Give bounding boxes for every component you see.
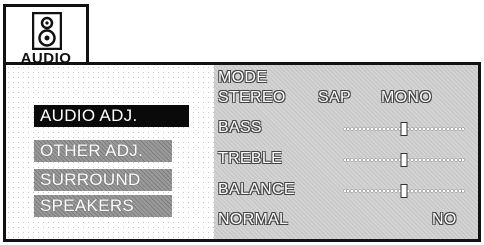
balance-slider[interactable] — [344, 184, 464, 198]
speaker-icon — [32, 12, 62, 50]
treble-label: TREBLE — [218, 150, 283, 167]
bass-slider[interactable] — [344, 122, 464, 136]
menu-item-surround[interactable]: SURROUND — [34, 169, 172, 191]
menu-item-speakers[interactable]: SPEAKERS — [34, 195, 172, 217]
bass-label: BASS — [218, 119, 262, 136]
menu-item-audio-adj[interactable]: AUDIO ADJ. — [34, 105, 189, 127]
audio-menu-panel: AUDIO ADJ. OTHER ADJ. SURROUND SPEAKERS … — [3, 62, 481, 242]
normal-label: NORMAL — [218, 211, 289, 228]
audio-tab[interactable]: AUDIO — [3, 4, 89, 67]
menu-item-other-adj[interactable]: OTHER ADJ. — [34, 140, 172, 162]
mode-option-sap[interactable]: SAP — [318, 89, 351, 107]
bass-slider-knob[interactable] — [400, 122, 408, 136]
mode-option-stereo[interactable]: STEREO — [218, 89, 286, 107]
settings-pane: MODE STEREO SAP MONO BASS TREBLE BALANCE… — [214, 65, 478, 239]
mode-label: MODE — [218, 69, 268, 86]
mode-option-mono[interactable]: MONO — [381, 89, 432, 107]
menu-list: AUDIO ADJ. OTHER ADJ. SURROUND SPEAKERS — [6, 65, 214, 239]
normal-value[interactable]: NO — [432, 211, 457, 229]
treble-slider-knob[interactable] — [400, 153, 408, 167]
treble-slider[interactable] — [344, 153, 464, 167]
balance-slider-knob[interactable] — [400, 184, 408, 198]
balance-label: BALANCE — [218, 181, 295, 198]
